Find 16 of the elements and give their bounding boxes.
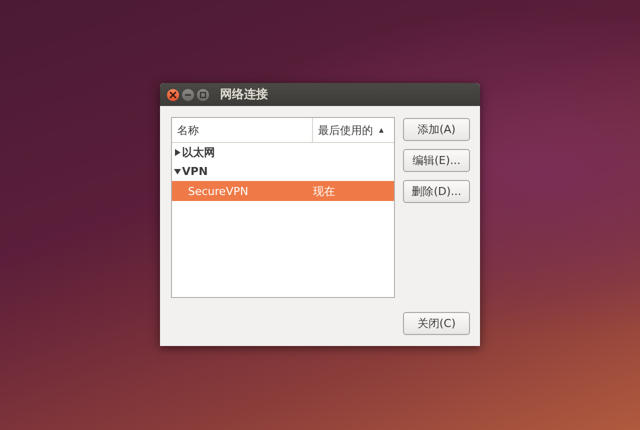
connection-name: SecureVPN bbox=[187, 184, 250, 198]
expand-triangle-icon[interactable] bbox=[174, 149, 181, 156]
action-button[interactable]: 删除(D)... bbox=[403, 180, 470, 203]
close-button[interactable]: 关闭(C) bbox=[403, 312, 470, 335]
maximize-icon[interactable] bbox=[197, 88, 209, 100]
close-icon[interactable] bbox=[167, 88, 179, 100]
group-label[interactable]: VPN bbox=[182, 165, 208, 178]
last-used: 现在 bbox=[313, 184, 335, 198]
column-label: 最后使用的 bbox=[318, 122, 373, 138]
minimize-icon[interactable] bbox=[182, 88, 194, 100]
group-label[interactable]: 以太网 bbox=[182, 145, 215, 160]
action-button[interactable]: 编辑(E)... bbox=[403, 149, 470, 172]
window-title: 网络连接 bbox=[220, 86, 268, 103]
column-header[interactable]: 名称 bbox=[172, 118, 313, 142]
collapse-triangle-icon[interactable] bbox=[174, 168, 181, 175]
action-button[interactable]: 添加(A) bbox=[403, 118, 470, 141]
